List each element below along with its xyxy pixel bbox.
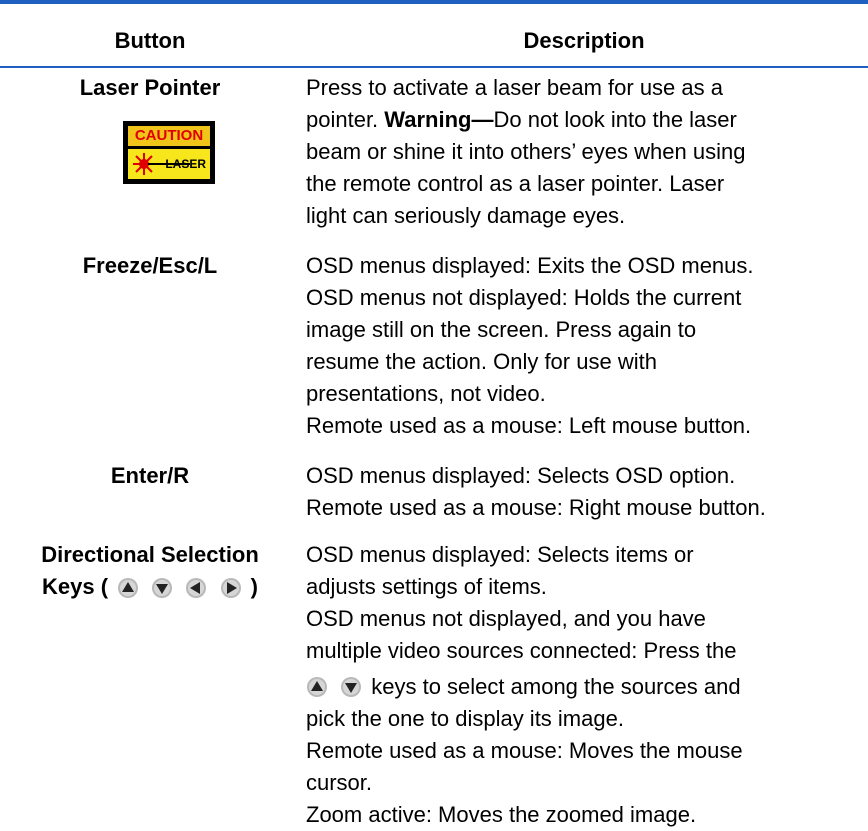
desc-line: cursor. xyxy=(306,770,373,795)
laser-text: LASER xyxy=(165,157,206,171)
caution-laser-label-icon: CAUTION LASER xyxy=(123,121,215,184)
desc-segment: pointer. xyxy=(306,107,379,132)
desc-line: OSD menus displayed: Selects items or xyxy=(306,542,694,567)
down-arrow-icon xyxy=(341,677,362,697)
header-description: Description xyxy=(523,28,645,53)
desc-line: OSD menus not displayed: Holds the curre… xyxy=(306,285,742,310)
desc-line: the remote control as a laser pointer. L… xyxy=(306,171,725,196)
table-row-laser-pointer: Laser Pointer CAUTION LASER Press to act… xyxy=(0,70,868,230)
button-name-line: Keys ( ) xyxy=(0,571,300,604)
desc-line: pick the one to display its image. xyxy=(306,706,624,731)
laser-label-area: LASER xyxy=(128,149,210,179)
desc-line: multiple video sources connected: Press … xyxy=(306,638,737,663)
desc-line: image still on the screen. Press again t… xyxy=(306,317,697,342)
desc-line: Remote used as a mouse: Right mouse butt… xyxy=(306,495,766,520)
desc-line: keys to select among the sources and xyxy=(306,671,862,703)
header-button: Button xyxy=(114,28,186,53)
button-description: Press to activate a laser beam for use a… xyxy=(306,72,862,232)
table-header: Button Description xyxy=(0,4,868,66)
desc-line: beam or shine it into others’ eyes when … xyxy=(306,139,746,164)
caution-text: CAUTION xyxy=(128,126,210,146)
left-arrow-icon xyxy=(186,578,207,599)
button-name: Directional Selection Keys ( ) xyxy=(0,539,300,604)
up-arrow-icon xyxy=(307,677,327,697)
keys-suffix: ) xyxy=(250,574,258,599)
desc-line: resume the action. Only for use with xyxy=(306,349,657,374)
desc-line: OSD menus displayed: Exits the OSD menus… xyxy=(306,253,754,278)
button-name-line: Directional Selection xyxy=(41,542,259,567)
desc-line: Press to activate a laser beam for use a… xyxy=(306,75,723,100)
desc-line: OSD menus not displayed, and you have xyxy=(306,606,706,631)
keys-prefix: Keys ( xyxy=(42,574,109,599)
desc-line: Zoom active: Moves the zoomed image. xyxy=(306,802,697,827)
desc-line: adjusts settings of items. xyxy=(306,574,547,599)
warning-label: Warning— xyxy=(384,107,494,132)
desc-segment: keys to select among the sources and xyxy=(371,674,741,699)
desc-line: light can seriously damage eyes. xyxy=(306,203,626,228)
button-name: Laser Pointer xyxy=(79,75,221,100)
header-rule xyxy=(0,66,868,68)
button-description: OSD menus displayed: Selects OSD option.… xyxy=(306,460,862,524)
button-description: OSD menus displayed: Selects items or ad… xyxy=(306,539,862,831)
button-name: Freeze/Esc/L xyxy=(82,253,218,278)
down-arrow-icon xyxy=(152,578,173,599)
table-row-enter: Enter/R OSD menus displayed: Selects OSD… xyxy=(0,460,868,530)
desc-line: OSD menus displayed: Selects OSD option. xyxy=(306,463,736,488)
desc-line: Remote used as a mouse: Left mouse butto… xyxy=(306,413,752,438)
button-description: OSD menus displayed: Exits the OSD menus… xyxy=(306,250,862,442)
table-row-directional-keys: Directional Selection Keys ( ) OSD menus… xyxy=(0,539,868,828)
button-name: Enter/R xyxy=(110,463,190,488)
arrow-keys-group xyxy=(114,572,244,604)
up-arrow-icon xyxy=(118,578,139,599)
desc-line: Remote used as a mouse: Moves the mouse xyxy=(306,738,743,763)
desc-line: presentations, not video. xyxy=(306,381,546,406)
desc-segment: Do not look into the laser xyxy=(493,107,737,132)
table-row-freeze: Freeze/Esc/L OSD menus displayed: Exits … xyxy=(0,250,868,450)
desc-line: pointer. Warning—Do not look into the la… xyxy=(306,104,862,136)
right-arrow-icon xyxy=(220,578,241,599)
